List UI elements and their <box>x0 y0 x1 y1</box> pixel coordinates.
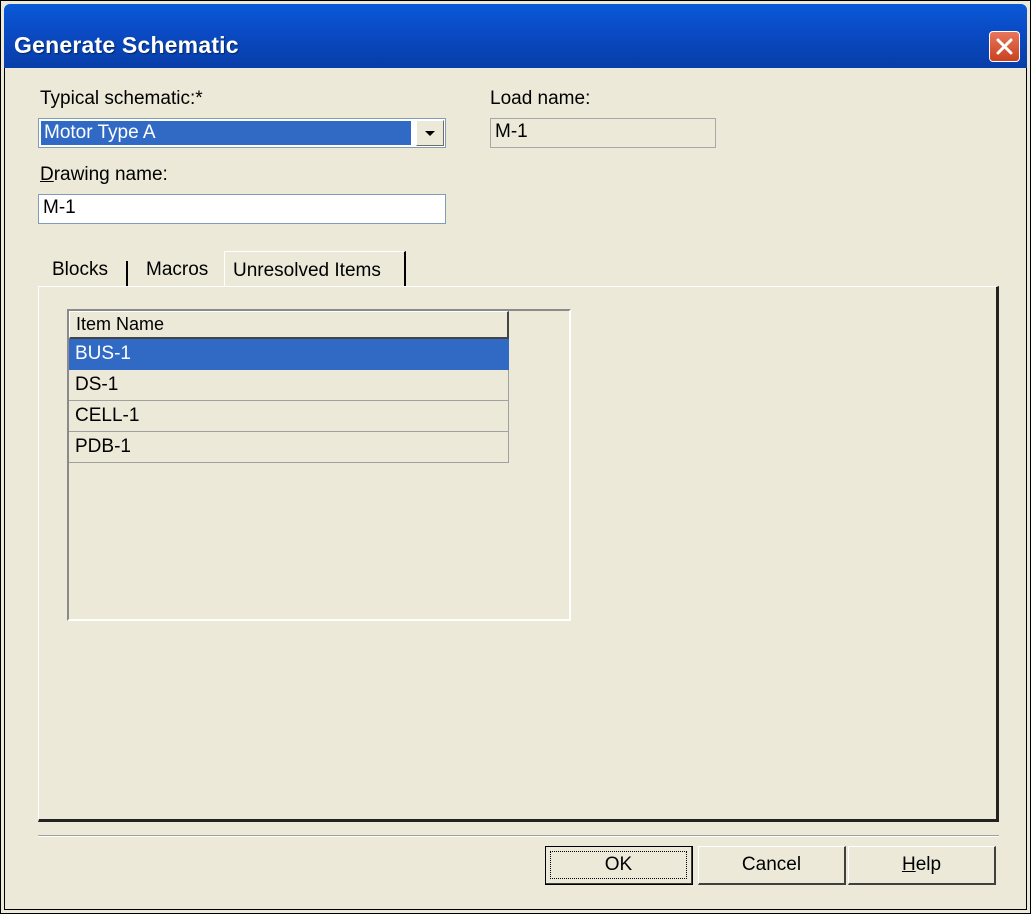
tab-unresolved-items[interactable]: Unresolved Items <box>224 251 406 289</box>
column-header-item-name[interactable]: Item Name <box>69 311 509 339</box>
cancel-button[interactable]: Cancel <box>698 846 846 885</box>
list-item[interactable]: PDB-1 <box>69 432 509 463</box>
tab-separator <box>126 261 128 287</box>
list-item[interactable]: CELL-1 <box>69 401 509 432</box>
tab-panel-unresolved-items: Item Name BUS-1 DS-1 CELL-1 PDB-1 <box>38 286 999 822</box>
title-bar[interactable]: Generate Schematic <box>4 4 1027 68</box>
ok-button[interactable]: OK <box>545 846 693 885</box>
close-icon <box>996 38 1013 55</box>
tab-macros[interactable]: Macros <box>138 251 216 289</box>
dialog-window: Generate Schematic Typical schematic:* M… <box>0 0 1031 914</box>
drawing-name-label: Drawing name: <box>40 164 168 185</box>
drawing-name-input[interactable]: M-1 <box>38 194 446 224</box>
load-name-field: M-1 <box>490 118 716 148</box>
unresolved-items-list[interactable]: Item Name BUS-1 DS-1 CELL-1 PDB-1 <box>67 309 571 621</box>
list-item[interactable]: DS-1 <box>69 370 509 401</box>
typical-schematic-value: Motor Type A <box>41 121 411 145</box>
list-item[interactable]: BUS-1 <box>69 339 509 370</box>
load-name-label: Load name: <box>490 88 591 109</box>
close-button[interactable] <box>989 31 1020 62</box>
help-button[interactable]: Help <box>848 846 996 885</box>
dialog-title: Generate Schematic <box>14 32 239 58</box>
typical-schematic-dropdown[interactable]: Motor Type A <box>38 118 446 148</box>
chevron-down-icon <box>425 131 435 136</box>
typical-schematic-label: Typical schematic:* <box>40 88 203 109</box>
dialog-client-area: Typical schematic:* Motor Type A Drawing… <box>4 68 1027 910</box>
tab-blocks[interactable]: Blocks <box>44 251 116 289</box>
footer-divider <box>38 835 999 837</box>
dropdown-button[interactable] <box>416 120 444 146</box>
